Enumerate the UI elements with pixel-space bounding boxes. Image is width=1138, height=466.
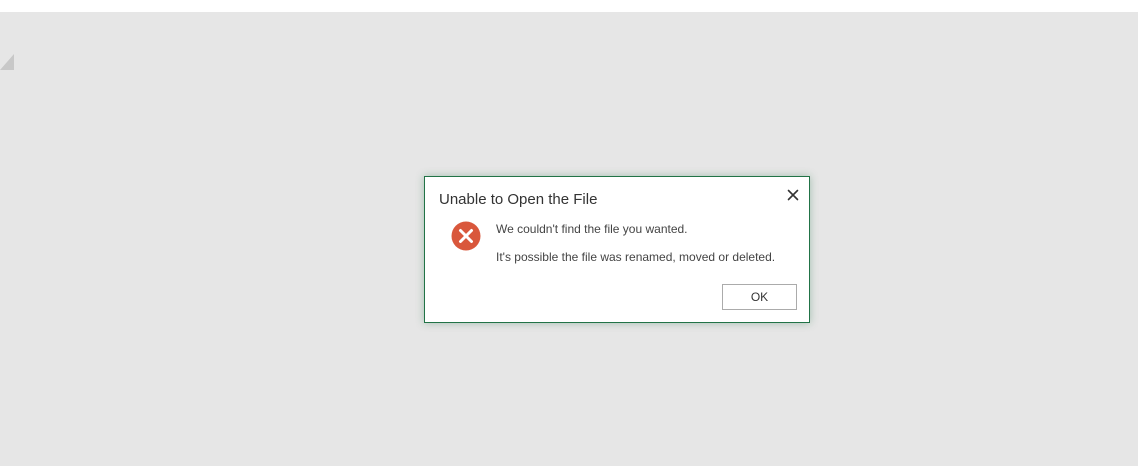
window-top-strip [0,0,1138,12]
ok-button[interactable]: OK [722,284,797,310]
select-all-corner-icon[interactable] [0,52,14,70]
error-icon [451,221,481,251]
close-button[interactable] [783,185,803,205]
close-icon [787,189,799,201]
error-message-primary: We couldn't find the file you wanted. [496,222,688,236]
error-message-secondary: It's possible the file was renamed, move… [496,250,776,264]
error-dialog: Unable to Open the File We couldn't find… [424,176,810,323]
dialog-title: Unable to Open the File [439,191,598,208]
